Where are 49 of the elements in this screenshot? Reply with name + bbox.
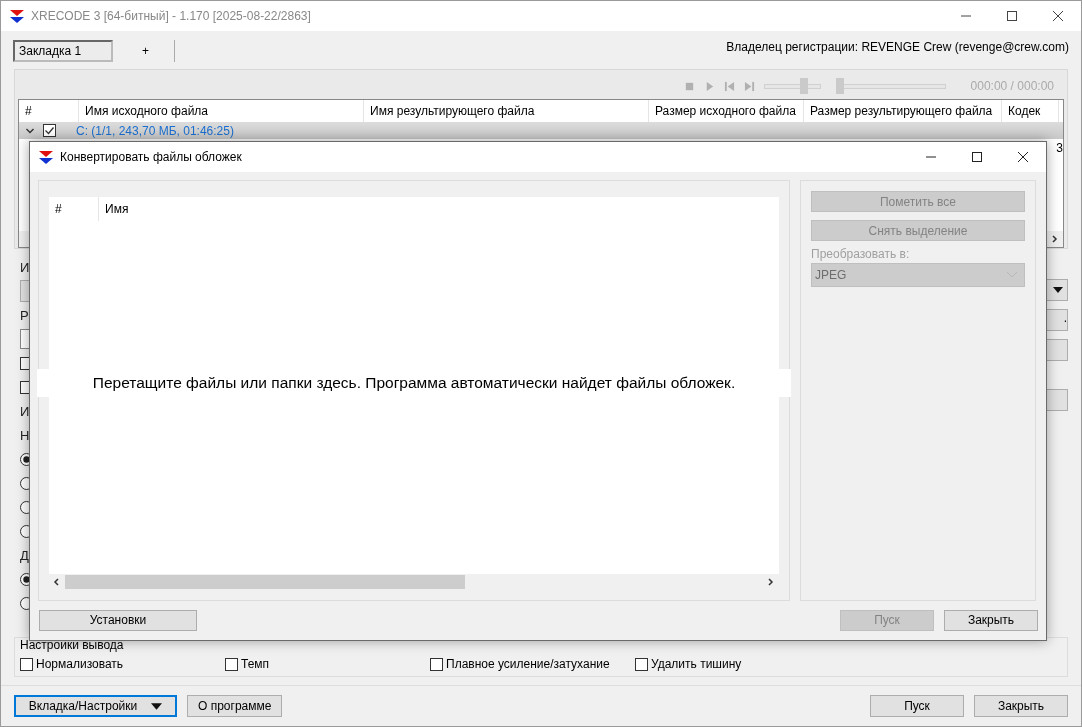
position-thumb[interactable] (835, 78, 844, 94)
action-button[interactable]: Пуск (870, 695, 964, 717)
checkbox[interactable] (430, 657, 443, 671)
dropdown-arrow-icon (1053, 287, 1063, 293)
section-label: Н (20, 427, 30, 443)
convert-label: Преобразовать в: (811, 247, 911, 261)
option-label: Удалить тишину (651, 657, 742, 671)
checkbox[interactable] (20, 657, 33, 671)
drop-hint: Перетащите файлы или папки здесь. Программа автоматически найдет файлы обложек. (37, 369, 791, 397)
logo-icon (38, 149, 54, 165)
about-button[interactable]: О программе (187, 695, 283, 717)
dialog-title: Конвертировать файлы обложек (60, 150, 242, 164)
checkbox[interactable] (43, 124, 56, 137)
option-label: Нормализовать (36, 657, 124, 671)
section-label: Д (20, 547, 29, 563)
playback-time: 000:00 / 000:00 (970, 79, 1054, 93)
volume-thumb[interactable] (800, 78, 809, 94)
logo-icon (9, 8, 25, 24)
scroll-left-icon[interactable] (52, 577, 62, 587)
scroll-right-icon[interactable] (766, 577, 776, 587)
table-cell: 3 (1056, 141, 1063, 155)
caret-icon (151, 702, 163, 710)
button[interactable]: . (1046, 309, 1068, 331)
action-button[interactable]: Закрыть (974, 695, 1068, 717)
menu-button[interactable]: Вкладка/Настройки (14, 695, 177, 717)
position-slider[interactable] (835, 78, 946, 94)
volume-slider[interactable] (763, 78, 821, 94)
action-button[interactable]: Закрыть (944, 609, 1038, 631)
tab[interactable]: + (117, 40, 175, 62)
settings-button[interactable]: Установки (39, 609, 197, 631)
scroll-right-icon[interactable] (1050, 234, 1060, 244)
checkbox[interactable] (635, 657, 648, 671)
group-label: C: (1/1, 243,70 МБ, 01:46:25) (76, 123, 234, 138)
scrollbar-thumb[interactable] (65, 575, 465, 589)
window-title: XRECODE 3 [64-битный] - 1.170 [2025-08-22/2863] (31, 9, 311, 23)
section-label: И (20, 403, 30, 419)
option-label: Плавное усиление/затухание (446, 657, 610, 671)
group-title: Настройки вывода (20, 638, 125, 652)
button[interactable] (1046, 389, 1068, 411)
option-label: Темп (241, 657, 270, 671)
button[interactable] (1046, 339, 1068, 361)
tab[interactable]: Закладка 1 (13, 40, 113, 62)
dropdown-button[interactable] (1046, 279, 1068, 301)
registration-owner: Владелец регистрации: REVENGE Crew (revenge@crew.com) (726, 40, 1069, 54)
column-header[interactable]: # (49, 197, 99, 221)
checkbox[interactable] (225, 657, 238, 671)
column-header[interactable]: Имя (99, 197, 129, 221)
section-label: И (20, 259, 30, 275)
section-label: Р (20, 307, 29, 323)
